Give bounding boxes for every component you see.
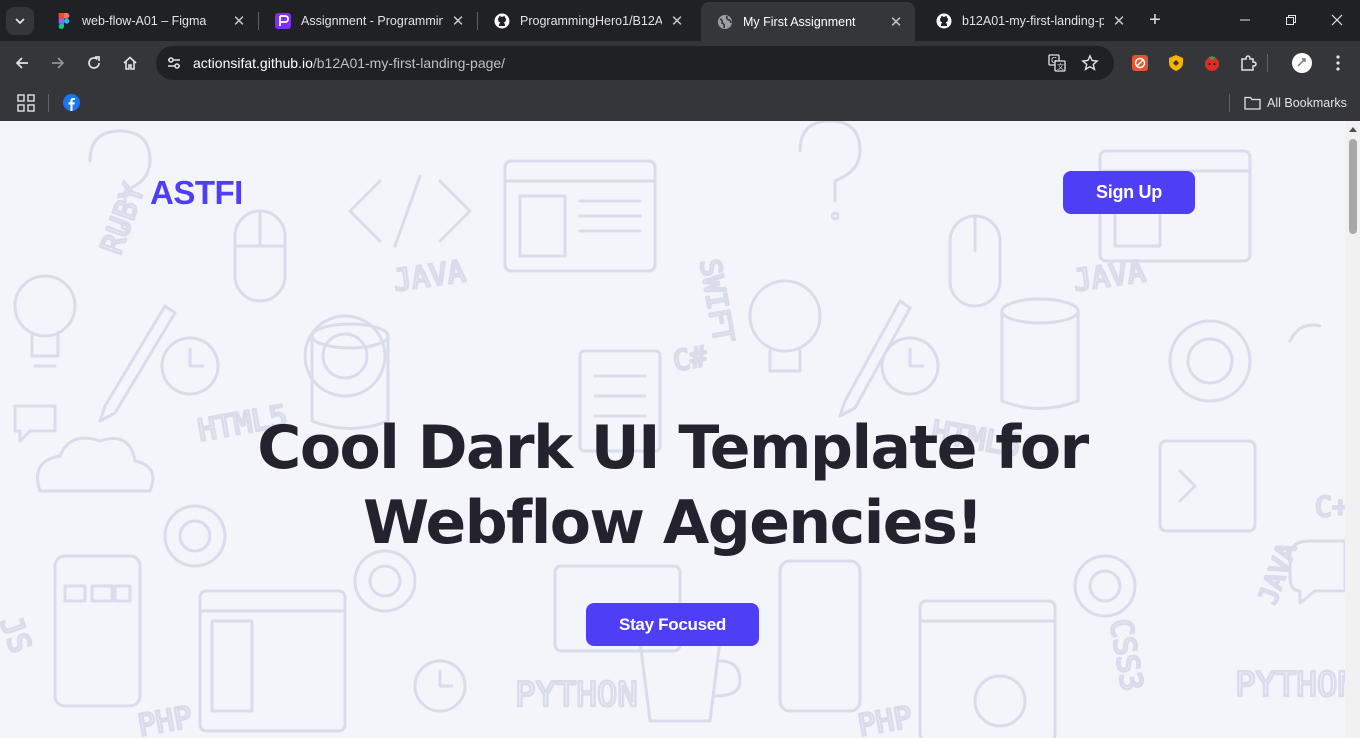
avatar	[1292, 53, 1312, 73]
puzzle-icon	[1241, 55, 1257, 71]
back-button[interactable]	[8, 49, 36, 77]
svg-text:JAVA: JAVA	[1253, 539, 1303, 608]
page-viewport: RUBY JAVA SWIFT JAVA HTML5 HTML5 C# PYTH…	[0, 121, 1345, 738]
extension-tomato-button[interactable]	[1198, 49, 1226, 77]
url-path: /b12A01-my-first-landing-page/	[312, 55, 506, 71]
tab-title: ProgrammingHero1/B12A01	[520, 13, 662, 28]
extension-blocker-button[interactable]	[1126, 49, 1154, 77]
arrow-left-icon	[15, 57, 28, 69]
bookmarks-divider	[1229, 94, 1230, 112]
address-bar[interactable]: actionsifat.github.io/b12A01-my-first-la…	[156, 46, 1114, 80]
reload-button[interactable]	[80, 49, 108, 77]
svg-text:文: 文	[1057, 62, 1064, 71]
extensions-button[interactable]	[1234, 49, 1262, 77]
restore-icon	[1286, 15, 1296, 25]
url-host: actionsifat.github.io	[193, 55, 313, 71]
hero-heading: Cool Dark UI Template for Webflow Agenci…	[150, 411, 1195, 561]
close-icon[interactable]: ✕	[230, 12, 248, 30]
all-bookmarks-label: All Bookmarks	[1267, 96, 1347, 110]
home-icon	[123, 56, 137, 70]
globe-icon	[717, 14, 733, 30]
vertical-scrollbar[interactable]	[1345, 121, 1360, 738]
programming-hero-icon	[275, 12, 291, 29]
tab-github-pages[interactable]: b12A01-my-first-landing-pa ✕	[920, 5, 1138, 36]
url-text[interactable]: actionsifat.github.io/b12A01-my-first-la…	[193, 55, 505, 71]
site-logo[interactable]: ASTFI	[150, 174, 243, 212]
github-icon	[494, 13, 510, 29]
extension-shield-button[interactable]	[1162, 49, 1190, 77]
svg-text:JAVA: JAVA	[391, 254, 467, 299]
restore-button[interactable]	[1268, 0, 1314, 40]
svg-text:PHP: PHP	[855, 700, 914, 738]
tab-github-repo[interactable]: ProgrammingHero1/B12A01 ✕	[478, 5, 696, 36]
forward-button[interactable]	[44, 49, 72, 77]
svg-text:PYTHON: PYTHON	[515, 675, 638, 715]
translate-icon[interactable]: G文	[1045, 51, 1069, 75]
scroll-up-arrow-icon[interactable]	[1349, 127, 1357, 132]
home-button[interactable]	[116, 49, 144, 77]
reload-icon	[88, 56, 100, 69]
tab-title: b12A01-my-first-landing-pa	[962, 13, 1104, 28]
bookmark-star-icon[interactable]	[1078, 51, 1102, 75]
close-icon[interactable]: ✕	[887, 13, 905, 31]
tab-title: Assignment - Programming	[301, 13, 443, 28]
shield-extension-icon	[1169, 55, 1183, 71]
close-icon	[1331, 14, 1343, 26]
profile-button[interactable]	[1288, 49, 1316, 77]
tab-title: web-flow-A01 – Figma	[82, 13, 207, 28]
arrow-right-icon	[52, 57, 65, 69]
svg-text:CSS3: CSS3	[1102, 616, 1149, 693]
toolbar-divider	[1262, 49, 1272, 77]
new-tab-button[interactable]: +	[1143, 8, 1167, 32]
close-icon[interactable]: ✕	[449, 12, 467, 30]
svg-text:SWIFT: SWIFT	[693, 256, 740, 345]
all-bookmarks-button[interactable]: All Bookmarks	[1244, 93, 1347, 113]
apps-grid-icon[interactable]	[16, 93, 36, 113]
close-window-button[interactable]	[1314, 0, 1360, 40]
figma-icon	[56, 12, 72, 29]
github-icon	[936, 13, 952, 29]
hero-line-2: Webflow Agencies!	[362, 488, 984, 558]
stay-focused-button[interactable]: Stay Focused	[586, 603, 759, 646]
svg-text:C++: C++	[1315, 490, 1345, 523]
svg-text:RUBY: RUBY	[95, 179, 153, 259]
close-icon[interactable]: ✕	[668, 12, 686, 30]
svg-text:PYTHON: PYTHON	[1235, 665, 1345, 705]
minimize-button[interactable]	[1222, 0, 1268, 40]
browser-toolbar: actionsifat.github.io/b12A01-my-first-la…	[0, 41, 1360, 85]
menu-button[interactable]	[1324, 49, 1352, 77]
tab-figma[interactable]: web-flow-A01 – Figma ✕	[40, 5, 258, 36]
svg-text:JS: JS	[0, 612, 38, 658]
tab-strip: web-flow-A01 – Figma ✕ Assignment - Prog…	[0, 0, 1360, 41]
more-vert-icon	[1336, 55, 1340, 71]
close-icon[interactable]: ✕	[1110, 12, 1128, 30]
svg-text:PHP: PHP	[135, 700, 194, 738]
blocker-extension-icon	[1132, 55, 1148, 71]
minimize-icon	[1240, 19, 1250, 21]
tab-search-button[interactable]	[6, 7, 34, 35]
site-info-icon[interactable]	[162, 51, 186, 75]
chevron-down-icon	[15, 18, 25, 25]
bookmarks-divider	[48, 94, 49, 112]
tomato-extension-icon	[1205, 56, 1219, 71]
scrollbar-thumb[interactable]	[1349, 139, 1357, 234]
bookmarks-bar: All Bookmarks	[0, 85, 1360, 121]
svg-text:JAVA: JAVA	[1071, 254, 1147, 299]
facebook-icon[interactable]	[63, 94, 80, 111]
sign-up-button[interactable]: Sign Up	[1063, 171, 1195, 214]
tab-my-first-assignment[interactable]: My First Assignment ✕	[701, 2, 915, 41]
tab-title: My First Assignment	[743, 14, 856, 29]
svg-text:C#: C#	[670, 340, 709, 378]
tab-assignment[interactable]: Assignment - Programming ✕	[259, 5, 477, 36]
hero-line-1: Cool Dark UI Template for	[257, 413, 1089, 483]
folder-icon	[1244, 96, 1261, 110]
